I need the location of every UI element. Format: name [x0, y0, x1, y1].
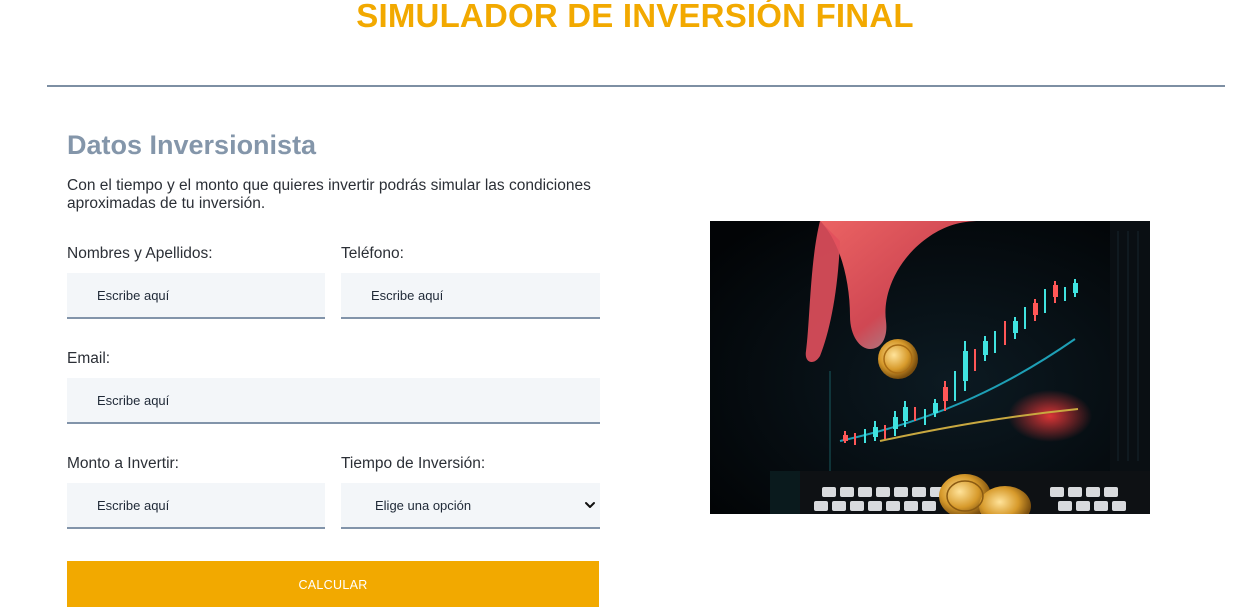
page-title: SIMULADOR DE INVERSIÓN FINAL — [356, 0, 914, 34]
header-divider — [47, 85, 1225, 87]
page: SIMULADOR DE INVERSIÓN FINAL Datos Inver… — [0, 0, 1258, 614]
name-label: Nombres y Apellidos: — [67, 245, 213, 262]
intro-text: Con el tiempo y el monto que quieres inv… — [67, 177, 627, 213]
chevron-down-icon — [585, 502, 595, 508]
term-select[interactable]: Elige una opción — [341, 483, 600, 529]
amount-label: Monto a Invertir: — [67, 455, 179, 472]
phone-input[interactable] — [341, 273, 600, 319]
trading-chart-illustration — [710, 221, 1150, 514]
email-label: Email: — [67, 350, 111, 367]
section-title: Datos Inversionista — [67, 130, 317, 160]
amount-input[interactable] — [67, 483, 325, 529]
intro-line-1: Con el tiempo y el monto que quieres inv… — [67, 177, 591, 194]
calculate-button[interactable]: CALCULAR — [67, 561, 599, 607]
intro-line-2: aproximadas de tu inversión. — [67, 195, 266, 212]
name-input[interactable] — [67, 273, 325, 319]
term-label: Tiempo de Inversión: — [341, 455, 486, 472]
phone-label: Teléfono: — [341, 245, 404, 262]
investment-photo — [710, 221, 1150, 514]
email-input[interactable] — [67, 378, 600, 424]
term-select-value: Elige una opción — [375, 497, 472, 513]
